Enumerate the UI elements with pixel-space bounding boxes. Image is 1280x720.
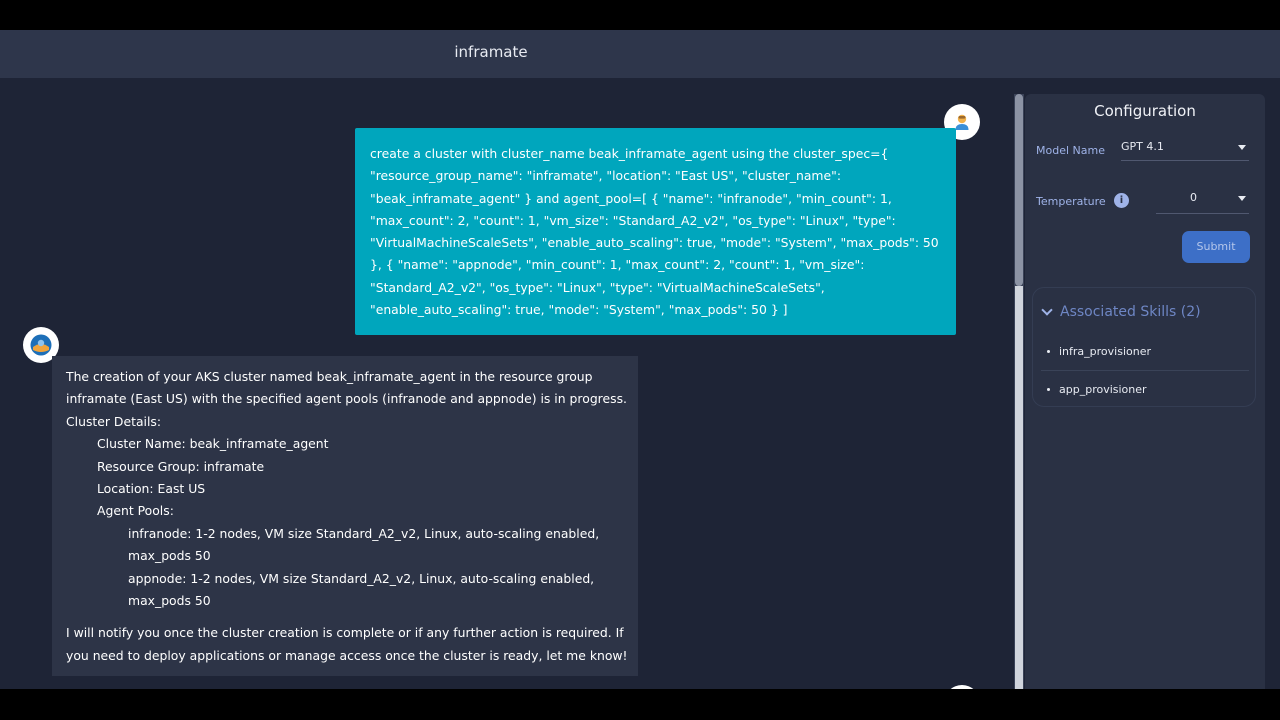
- pool-appnode: appnode: 1-2 nodes, VM size Standard_A2_…: [128, 570, 595, 609]
- configuration-panel: Configuration Model Name GPT 4.1 Tempera…: [1025, 94, 1265, 689]
- associated-skills-title: Associated Skills (2): [1060, 304, 1201, 320]
- temperature-select[interactable]: 0: [1156, 189, 1249, 214]
- scrollbar-thumb[interactable]: [1015, 94, 1023, 286]
- divider: [1041, 370, 1249, 371]
- app-window: inframate create a cluster with cluster_…: [0, 30, 1280, 689]
- detail-location: Location: East US: [97, 481, 206, 497]
- associated-skills-toggle[interactable]: Associated Skills (2): [1041, 304, 1201, 320]
- skill-label: infra_provisioner: [1059, 345, 1152, 358]
- cluster-details-heading: Cluster Details:: [66, 413, 162, 429]
- bullet-icon: [1047, 350, 1050, 353]
- submit-button[interactable]: Submit: [1182, 231, 1250, 263]
- screen: inframate create a cluster with cluster_…: [0, 0, 1280, 720]
- model-name-select[interactable]: GPT 4.1: [1121, 138, 1249, 161]
- bullet-icon: [1047, 388, 1050, 391]
- pool-infranode: infranode: 1-2 nodes, VM size Standard_A…: [128, 525, 600, 564]
- bot-outro: I will notify you once the cluster creat…: [66, 625, 628, 663]
- detail-cluster-name: Cluster Name: beak_inframate_agent: [97, 436, 329, 452]
- bot-message: The creation of your AKS cluster named b…: [52, 356, 638, 676]
- chevron-down-icon: [1238, 145, 1246, 150]
- chat-scrollbar[interactable]: [1014, 94, 1024, 689]
- user-message: create a cluster with cluster_name beak_…: [355, 128, 956, 336]
- detail-resource-group: Resource Group: inframate: [97, 458, 265, 474]
- scrollbar-track[interactable]: [1015, 286, 1023, 689]
- top-bar: inframate: [0, 30, 1280, 78]
- chevron-down-icon: [1041, 304, 1053, 316]
- chevron-down-icon: [1238, 196, 1246, 201]
- skill-item: app_provisioner: [1047, 383, 1147, 396]
- temperature-value: 0: [1190, 191, 1197, 204]
- app-title: inframate: [454, 43, 528, 61]
- info-icon[interactable]: i: [1114, 193, 1129, 208]
- bot-intro: The creation of your AKS cluster named b…: [66, 369, 627, 407]
- temperature-label: Temperature: [1036, 195, 1106, 208]
- associated-skills-section: Associated Skills (2) infra_provisioner …: [1032, 287, 1256, 407]
- skill-item: infra_provisioner: [1047, 345, 1151, 358]
- agent-pools-heading: Agent Pools:: [97, 503, 174, 519]
- chat-area[interactable]: create a cluster with cluster_name beak_…: [0, 78, 1012, 689]
- model-name-label: Model Name: [1036, 144, 1105, 157]
- configuration-title: Configuration: [1094, 102, 1196, 120]
- user-avatar-icon: [944, 685, 980, 689]
- skill-label: app_provisioner: [1059, 383, 1147, 396]
- model-name-value: GPT 4.1: [1121, 140, 1164, 153]
